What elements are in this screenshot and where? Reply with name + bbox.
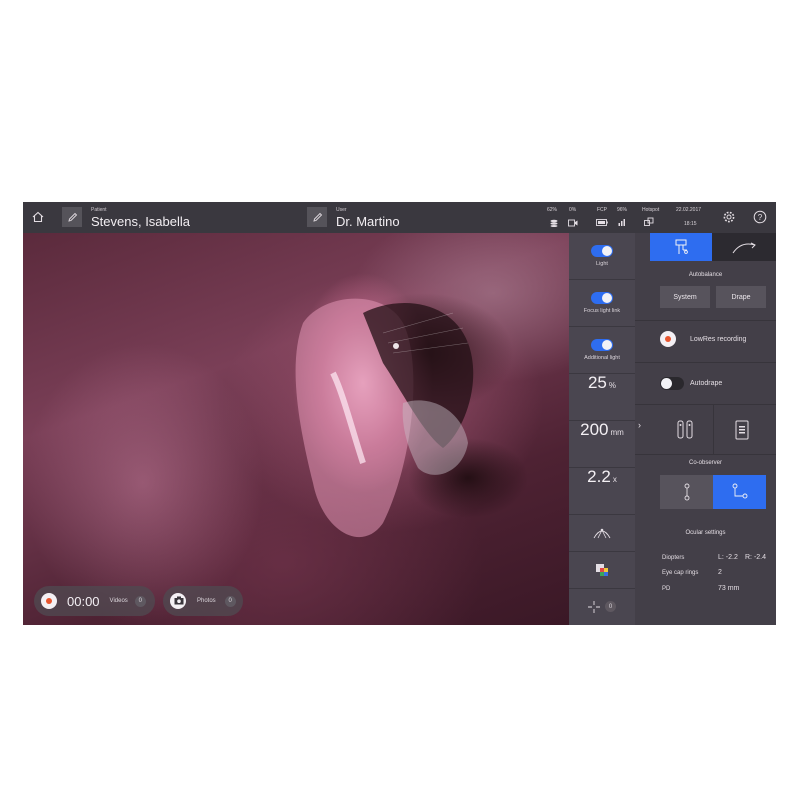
hotspot-link-icon[interactable] (644, 217, 654, 227)
videos-count: 0 (134, 595, 146, 607)
user-name: Dr. Martino (336, 214, 400, 229)
color-filter-icon (596, 563, 608, 576)
home-icon[interactable] (28, 207, 48, 227)
zoom-control[interactable]: 2.2 x (569, 467, 635, 515)
user-label: User (336, 207, 347, 213)
divider (635, 362, 776, 363)
brightness-control[interactable]: 25 % (569, 373, 635, 421)
color-filter-control[interactable] (569, 551, 635, 589)
ocular-settings-label: Ocular settings (685, 530, 726, 536)
tab-arm-position[interactable] (712, 233, 776, 261)
fcp-label: FCP (597, 207, 607, 213)
photos-count: 0 (224, 595, 236, 607)
time-display: 18:15 (684, 221, 697, 227)
eye-cap-label: Eye cap rings (662, 570, 699, 576)
coobserver-side-button[interactable] (660, 475, 713, 509)
distance-unit: mm (610, 428, 624, 437)
system-button[interactable]: System (660, 286, 710, 308)
lowres-recording-label: LowRes recording (690, 336, 747, 343)
working-distance-control[interactable]: 200 mm (569, 420, 635, 468)
autodrape-toggle[interactable] (660, 377, 684, 390)
microscope-camera-view[interactable]: 00:00 Videos 0 Photos 0 (23, 233, 569, 625)
microscope-icon (675, 239, 688, 254)
zoom-unit: x (612, 475, 617, 484)
edit-patient-button[interactable] (62, 207, 82, 227)
additional-light-cell[interactable]: Additional light (569, 326, 635, 374)
marker-control[interactable]: 0 (569, 588, 635, 625)
settings-icon[interactable] (719, 207, 739, 227)
coobserver-opposite-button[interactable] (713, 475, 766, 509)
focus-light-link-cell[interactable]: Focus light link (569, 279, 635, 327)
record-button[interactable] (41, 593, 57, 609)
svg-text:?: ? (758, 213, 763, 222)
brightness-value: 25 (587, 373, 607, 392)
pd-value: 73 mm (718, 585, 740, 592)
storage-icon (550, 219, 558, 227)
tilt-control[interactable] (569, 514, 635, 552)
top-bar: Patient Stevens, Isabella User Dr. Marti… (23, 202, 776, 233)
divider (713, 404, 714, 454)
zoom-value: 2.2 (587, 467, 611, 486)
patient-name: Stevens, Isabella (91, 214, 191, 229)
video-percent: 0% (569, 207, 577, 213)
marker-count: 0 (605, 601, 616, 612)
microscope-screen: Patient Stevens, Isabella User Dr. Marti… (23, 202, 776, 625)
tab-microscope[interactable] (650, 233, 712, 261)
divider (635, 320, 776, 321)
distance-value: 200 (580, 420, 609, 439)
divider (635, 404, 776, 405)
record-timer: 00:00 (67, 593, 100, 609)
chevron-right-icon[interactable]: › (638, 420, 641, 430)
footswitch-button[interactable] (717, 413, 767, 447)
light-toggle[interactable] (591, 245, 613, 257)
arc-icon (732, 242, 756, 254)
focus-light-link-label: Focus light link (583, 307, 621, 314)
signal-icon (618, 219, 625, 226)
pencil-icon (312, 212, 322, 222)
pencil-icon (67, 212, 77, 222)
diopters-right-value: R: -2.4 (745, 554, 767, 561)
diopters-label: Diopters (662, 555, 685, 561)
video-camera-icon (568, 219, 578, 227)
lowres-record-button[interactable] (660, 331, 676, 347)
videos-label: Videos (109, 598, 128, 604)
edit-user-button[interactable] (307, 207, 327, 227)
battery-icon (596, 219, 608, 226)
patient-label: Patient (91, 207, 107, 213)
date-display: 22.02.2017 (676, 207, 702, 213)
additional-light-label: Additional light (584, 354, 620, 361)
light-label: Light (596, 261, 608, 267)
coobserver-side-icon (684, 483, 689, 501)
focus-light-link-toggle[interactable] (591, 291, 613, 304)
diopters-left-value: L: -2.2 (718, 554, 738, 561)
hotspot-label: Hotspot (642, 207, 660, 213)
arc-tilt-icon (593, 528, 611, 538)
coobserver-label: Co-observer (688, 460, 722, 466)
settings-panel: Autobalance System Drape LowRes recordin… (635, 233, 776, 625)
battery-percent: 96% (617, 207, 628, 213)
device-panel-icon (735, 420, 749, 440)
eye-cap-value: 2 (718, 569, 722, 576)
drape-button[interactable]: Drape (716, 286, 766, 308)
autodrape-label: Autodrape (690, 380, 723, 387)
additional-light-toggle[interactable] (591, 338, 613, 351)
camera-icon (174, 596, 184, 605)
light-toggle-cell[interactable]: Light (569, 233, 635, 280)
help-icon[interactable]: ? (750, 207, 770, 227)
photos-label: Photos (197, 598, 216, 604)
autobalance-label: Autobalance (688, 272, 723, 278)
pd-label: PD (662, 586, 671, 592)
handle-grips-button[interactable] (660, 413, 710, 447)
storage-percent: 62% (547, 207, 558, 213)
brightness-unit: % (608, 381, 617, 390)
video-record-control: 00:00 Videos 0 (34, 586, 155, 616)
light-optics-column: Light Focus light link Additional light … (569, 233, 635, 625)
handle-grips-icon (677, 420, 693, 439)
crosshair-icon (588, 600, 600, 613)
surgical-field-image (295, 298, 474, 538)
divider (635, 454, 776, 455)
coobserver-opposite-icon (732, 483, 747, 499)
